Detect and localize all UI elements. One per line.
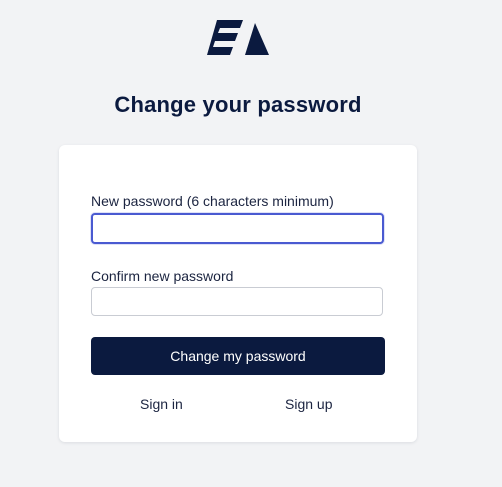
- confirm-password-label: Confirm new password: [91, 268, 234, 284]
- sign-in-link[interactable]: Sign in: [140, 396, 183, 412]
- change-password-card: New password (6 characters minimum) Conf…: [59, 145, 417, 442]
- brand-logo-icon: [207, 18, 269, 58]
- sign-up-link[interactable]: Sign up: [285, 396, 332, 412]
- change-password-button[interactable]: Change my password: [91, 337, 385, 375]
- new-password-input[interactable]: [91, 213, 384, 244]
- page-title: Change your password: [114, 92, 362, 117]
- confirm-password-input[interactable]: [91, 287, 383, 316]
- new-password-label: New password (6 characters minimum): [91, 193, 334, 209]
